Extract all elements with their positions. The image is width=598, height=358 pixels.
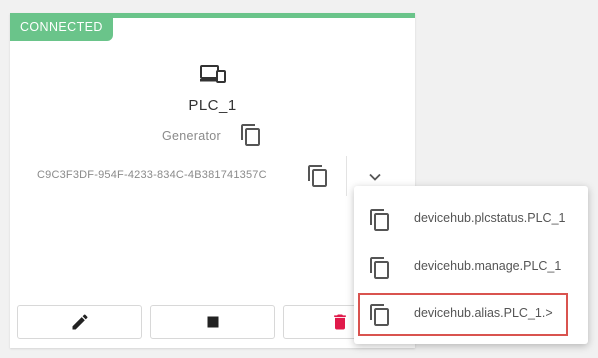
device-type: Generator — [162, 129, 221, 143]
menu-item-manage[interactable]: devicehub.manage.PLC_1 — [354, 246, 588, 288]
menu-item-label: devicehub.plcstatus.PLC_1 — [414, 211, 566, 225]
stop-button[interactable] — [150, 305, 275, 339]
divider — [346, 156, 347, 196]
menu-item-alias[interactable]: devicehub.alias.PLC_1.> — [354, 293, 588, 335]
topic-dropdown-menu: devicehub.plcstatus.PLC_1 devicehub.mana… — [354, 186, 588, 344]
menu-item-plcstatus[interactable]: devicehub.plcstatus.PLC_1 — [354, 198, 588, 240]
edit-button[interactable] — [17, 305, 142, 339]
copy-icon — [370, 304, 389, 326]
chevron-down-icon[interactable] — [366, 168, 384, 186]
copy-icon — [370, 257, 389, 279]
device-name: PLC_1 — [188, 97, 237, 114]
menu-item-label: devicehub.manage.PLC_1 — [414, 259, 562, 273]
status-badge: CONNECTED — [10, 13, 113, 41]
devices-icon — [200, 65, 226, 83]
pencil-icon — [72, 314, 88, 330]
copy-icon — [370, 209, 389, 231]
stop-icon — [207, 316, 218, 328]
menu-item-label: devicehub.alias.PLC_1.> — [414, 306, 553, 320]
trash-icon — [333, 314, 346, 330]
device-uuid: C9C3F3DF-954F-4233-834C-4B381741357C — [37, 169, 267, 181]
copy-icon[interactable] — [239, 123, 263, 147]
copy-icon[interactable] — [306, 164, 330, 188]
